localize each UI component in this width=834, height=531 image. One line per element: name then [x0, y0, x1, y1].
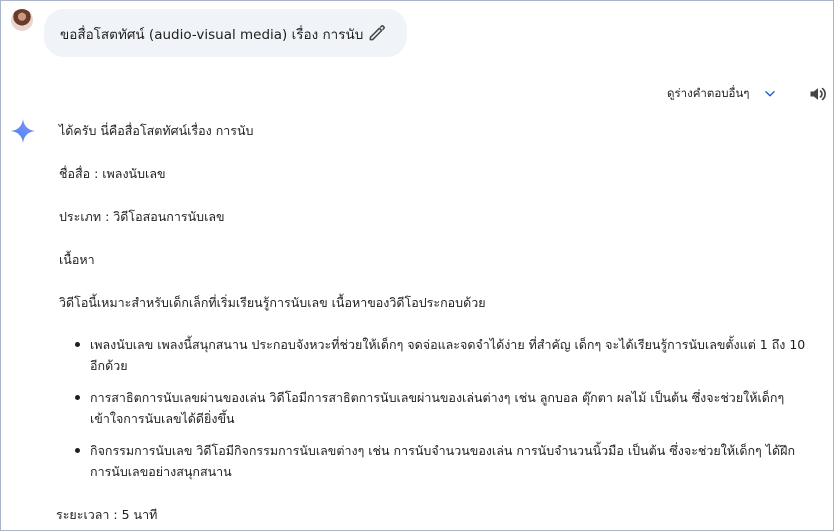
list-item-text: กิจกรรมการนับเลข วิดีโอมีกิจกรรมการนับเล… — [90, 443, 796, 479]
show-drafts-button[interactable]: ดูร่างคำตอบอื่นๆ — [667, 85, 750, 105]
chat-window: ขอสื่อโสตทัศน์ (audio-visual media) เรื่… — [0, 0, 834, 531]
bullet-dot — [75, 342, 80, 347]
media-type-line: ประเภท : วิดีโอสอนการนับเลข — [59, 209, 225, 224]
chevron-down-icon[interactable] — [763, 87, 777, 101]
user-prompt-bubble: ขอสื่อโสตทัศน์ (audio-visual media) เรื่… — [44, 9, 407, 57]
duration-line: ระยะเวลา : 5 นาที — [56, 507, 158, 522]
speaker-icon[interactable] — [808, 84, 828, 104]
bullet-dot — [75, 448, 80, 453]
list-item-text: เพลงนับเลข เพลงนี้สนุกสนาน ประกอบจังหวะท… — [90, 337, 806, 373]
user-avatar — [11, 9, 33, 31]
list-item-text: การสาธิตการนับเลขผ่านของเล่น วิดีโอมีการ… — [90, 390, 785, 426]
content-summary: วิดีโอนี้เหมาะสำหรับเด็กเล็กที่เริ่มเรีย… — [59, 295, 486, 310]
bullet-dot — [75, 395, 80, 400]
response-intro: ได้ครับ นี่คือสื่อโสตทัศน์เรื่อง การนับ — [59, 123, 254, 138]
media-name-line: ชื่อสื่อ : เพลงนับเลข — [59, 166, 166, 181]
content-heading: เนื้อหา — [59, 252, 95, 267]
user-prompt-text: ขอสื่อโสตทัศน์ (audio-visual media) เรื่… — [60, 27, 364, 43]
pencil-icon[interactable] — [367, 23, 387, 43]
sparkle-icon — [10, 118, 36, 144]
